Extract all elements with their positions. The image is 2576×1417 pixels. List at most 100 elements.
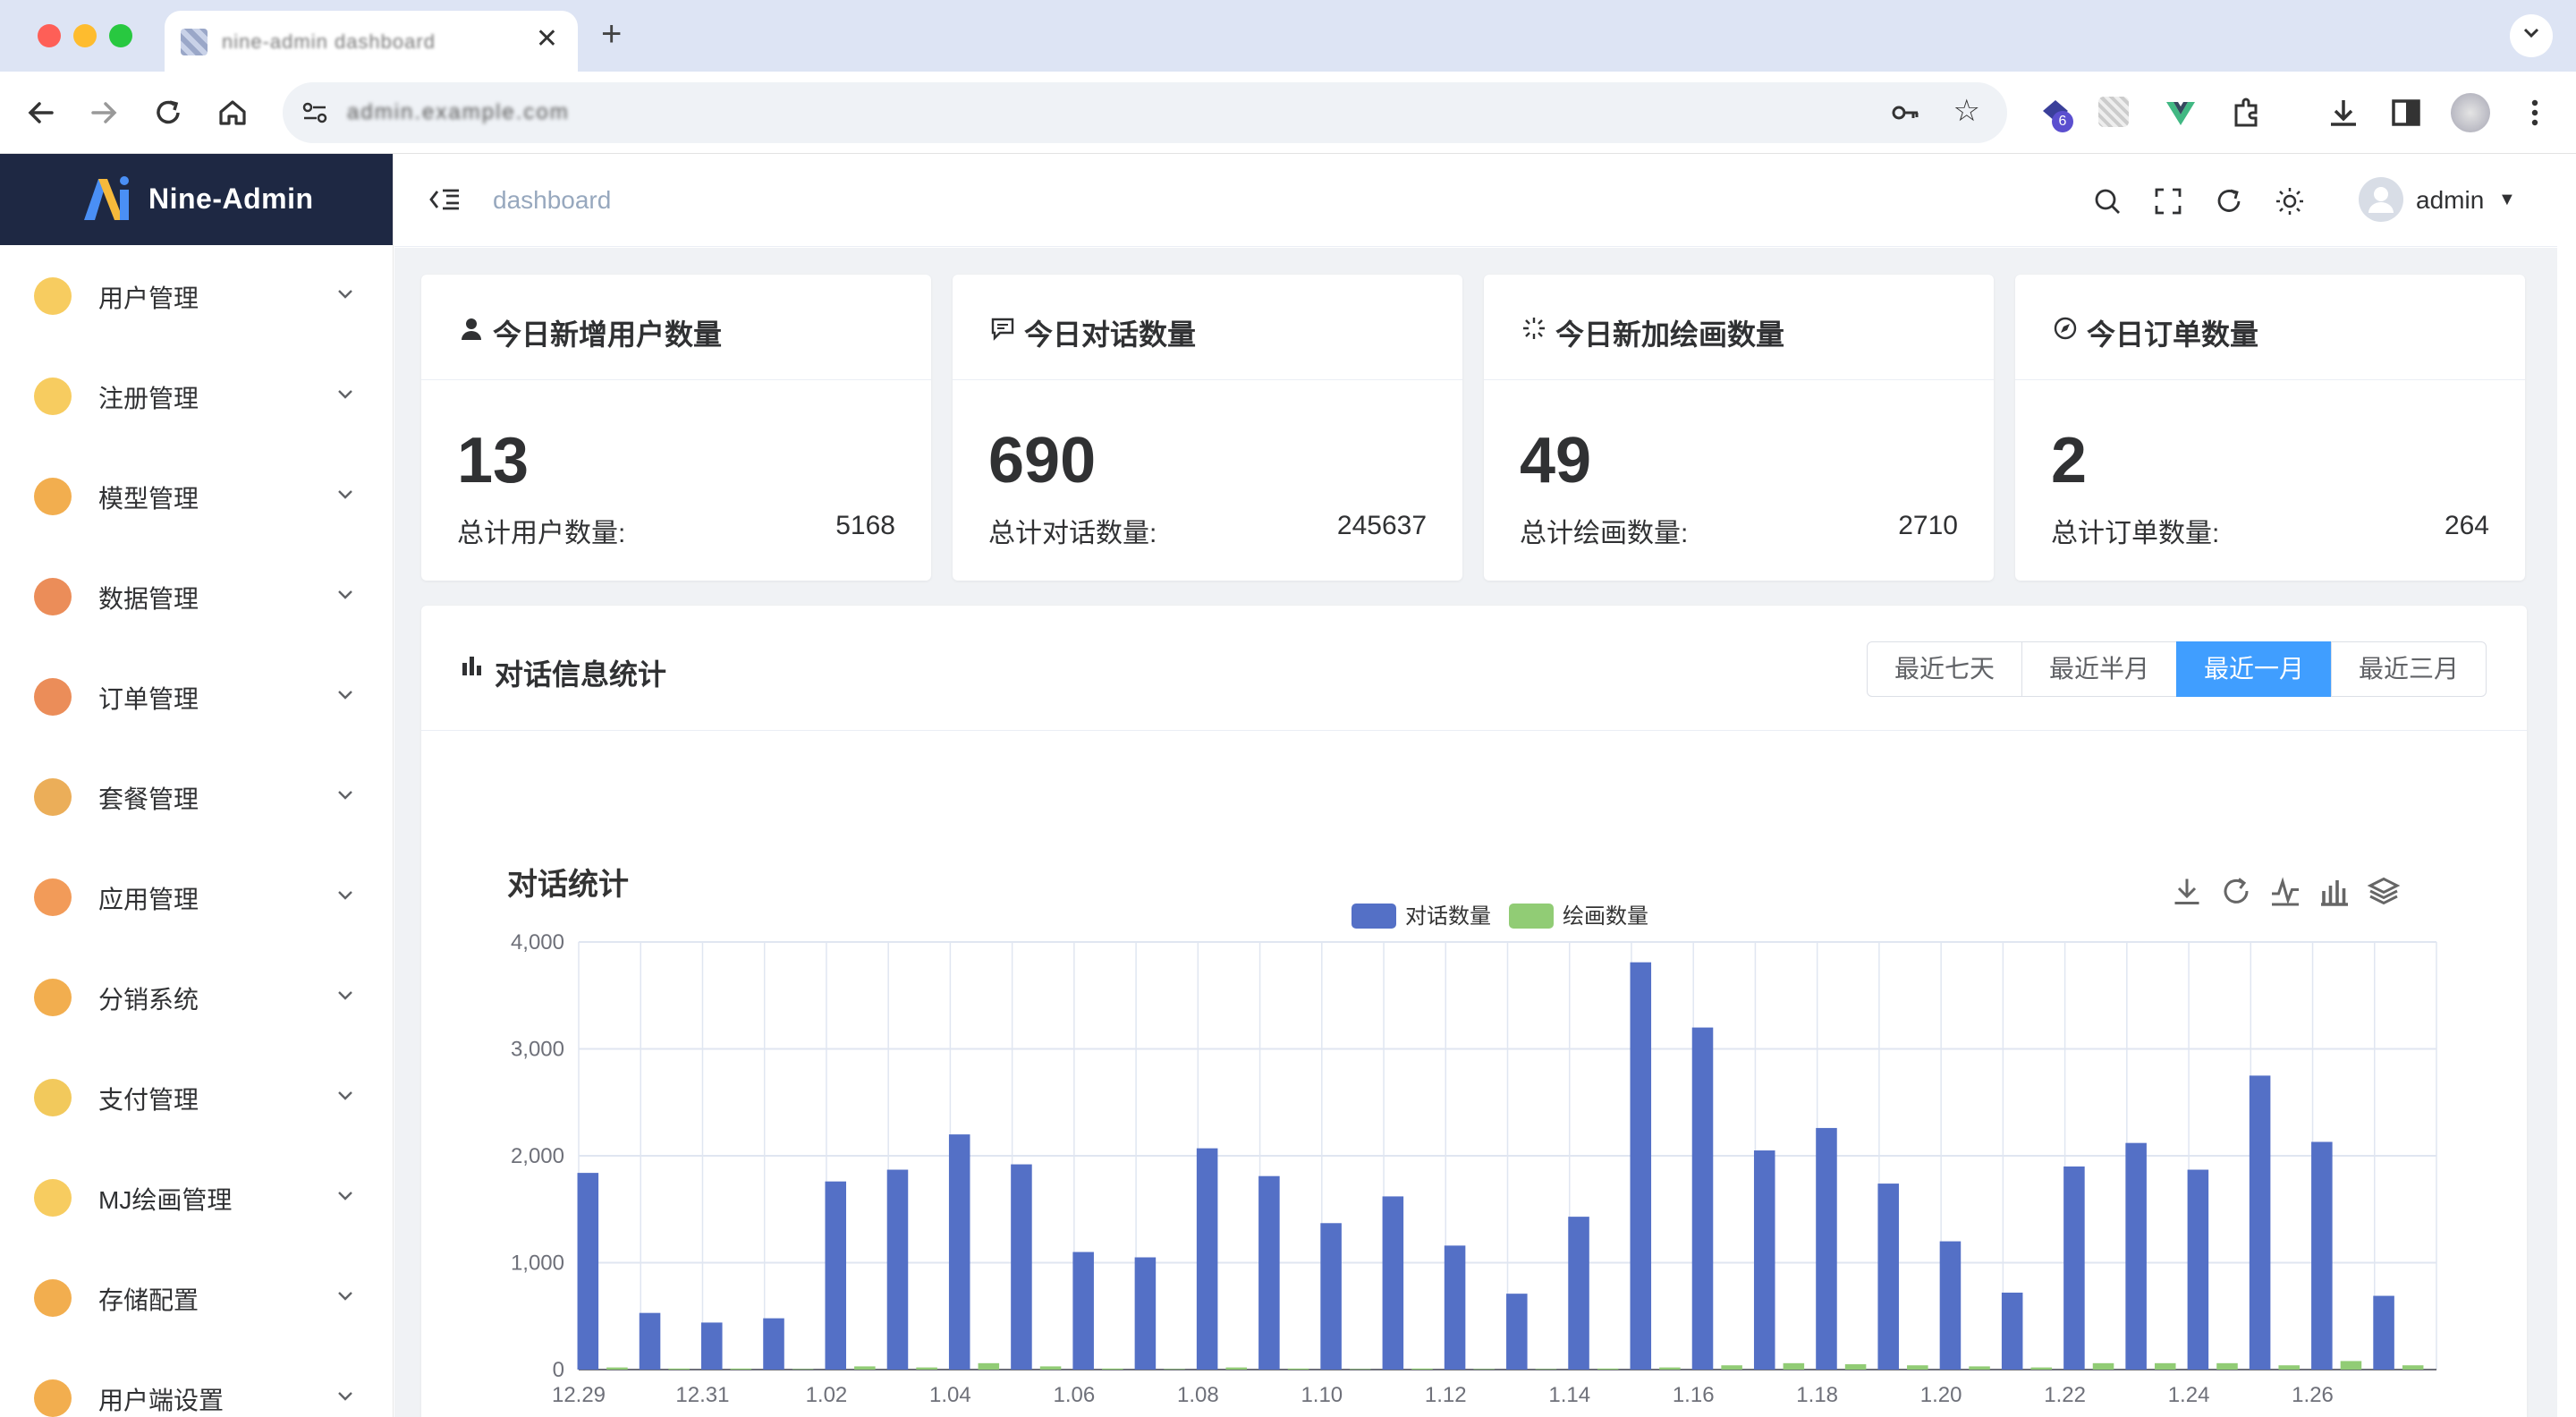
bar-drawing bbox=[1844, 1364, 1867, 1370]
bar-chat bbox=[1568, 1217, 1589, 1370]
sidebar-item-3[interactable]: 模型管理 bbox=[0, 445, 393, 546]
sidebar-item-label: 注册管理 bbox=[98, 385, 199, 412]
sidebar-item-7[interactable]: 应用管理 bbox=[0, 846, 393, 946]
sidebar-item-12[interactable]: 用户端设置 bbox=[0, 1347, 393, 1417]
user-name[interactable]: admin bbox=[2416, 186, 2484, 215]
x-tick-label: 1.22 bbox=[2044, 1383, 2086, 1407]
chevron-down-icon bbox=[338, 1392, 352, 1401]
bar-drawing bbox=[1535, 1369, 1557, 1370]
more-menu-icon[interactable] bbox=[2515, 93, 2555, 132]
chat-stats-title: 对话信息统计 bbox=[495, 658, 667, 691]
stat-card: 今日对话数量 690 总计对话数量: 245637 bbox=[953, 275, 1462, 581]
range-button[interactable]: 最近半月 bbox=[2021, 641, 2178, 697]
sidebar-item-10[interactable]: MJ绘画管理 bbox=[0, 1147, 393, 1247]
site-info-icon[interactable] bbox=[299, 97, 331, 129]
range-button[interactable]: 最近三月 bbox=[2331, 641, 2487, 697]
bar-drawing bbox=[2402, 1365, 2424, 1370]
theme-sun-icon[interactable] bbox=[2275, 186, 2305, 216]
tab-close-button[interactable]: ✕ bbox=[536, 23, 558, 55]
address-bar[interactable]: admin.example.com ☆ bbox=[283, 82, 2007, 143]
bar-chart-icon[interactable] bbox=[2321, 880, 2348, 906]
browser-tab[interactable]: nine-admin dashboard ✕ bbox=[165, 11, 578, 73]
sidebar-item-1[interactable]: 用户管理 bbox=[0, 245, 393, 345]
bookmark-star-icon[interactable]: ☆ bbox=[1953, 93, 1980, 129]
forward-icon[interactable] bbox=[84, 93, 123, 132]
breadcrumb[interactable]: dashboard bbox=[493, 186, 611, 215]
sidebar-item-11[interactable]: 存储配置 bbox=[0, 1247, 393, 1347]
chevron-down-icon bbox=[338, 891, 352, 900]
reload-icon[interactable] bbox=[148, 93, 188, 132]
extension-pixel-icon[interactable] bbox=[2098, 97, 2129, 127]
sidebar-item-9[interactable]: 支付管理 bbox=[0, 1047, 393, 1147]
maximize-window-button[interactable] bbox=[109, 24, 132, 47]
stat-total-label: 总计对话数量: bbox=[988, 519, 1157, 548]
line-chart-icon[interactable] bbox=[2272, 877, 2299, 906]
stat-today-value: 49 bbox=[1520, 425, 1592, 496]
key-icon[interactable] bbox=[1889, 97, 1921, 129]
refresh-icon[interactable] bbox=[2224, 878, 2249, 904]
sidebar-item-label: 数据管理 bbox=[98, 585, 199, 613]
sidebar-item-6[interactable]: 套餐管理 bbox=[0, 746, 393, 846]
range-selector: 最近七天 最近半月 最近一月 最近三月 bbox=[1867, 641, 2487, 697]
bar-chat bbox=[1072, 1252, 1094, 1370]
fullscreen-icon[interactable] bbox=[2153, 186, 2183, 216]
bar-drawing bbox=[792, 1369, 814, 1370]
tab-search-button[interactable] bbox=[2510, 14, 2553, 57]
bar-drawing bbox=[1039, 1366, 1062, 1370]
chevron-down-icon bbox=[338, 791, 352, 800]
minimize-window-button[interactable] bbox=[73, 24, 97, 47]
download-icon[interactable] bbox=[2174, 878, 2199, 904]
sidebar-item-5[interactable]: 订单管理 bbox=[0, 646, 393, 746]
stat-total-value: 2710 bbox=[1898, 511, 1958, 540]
bar-drawing bbox=[1225, 1367, 1248, 1370]
bar-chart-icon bbox=[462, 657, 481, 675]
app-logo[interactable]: Nine-Admin bbox=[0, 154, 393, 245]
range-button[interactable]: 最近一月 bbox=[2176, 641, 2333, 697]
settings-card-icon bbox=[34, 1379, 72, 1417]
bar-drawing bbox=[2278, 1365, 2300, 1370]
close-window-button[interactable] bbox=[38, 24, 61, 47]
stat-today-value: 690 bbox=[988, 425, 1097, 496]
bar-drawing bbox=[2340, 1361, 2362, 1370]
chevron-down-icon bbox=[338, 1091, 352, 1100]
puzzle-icon[interactable] bbox=[2227, 93, 2267, 132]
vue-devtools-icon[interactable] bbox=[2161, 93, 2200, 132]
bar-drawing bbox=[1721, 1365, 1742, 1370]
chevron-down-icon bbox=[338, 1292, 352, 1301]
back-icon[interactable] bbox=[21, 93, 61, 132]
bar-chat bbox=[1506, 1294, 1528, 1370]
profile-avatar[interactable] bbox=[2451, 93, 2490, 132]
search-icon[interactable] bbox=[2092, 186, 2123, 216]
stat-card: 今日新加绘画数量 49 总计绘画数量: 2710 bbox=[1484, 275, 1994, 581]
sidebar-item-2[interactable]: 注册管理 bbox=[0, 345, 393, 445]
sidebar-item-8[interactable]: 分销系统 bbox=[0, 946, 393, 1047]
refresh-icon[interactable] bbox=[2214, 186, 2244, 216]
caret-down-icon[interactable]: ▼ bbox=[2498, 190, 2516, 210]
sidebar-item-4[interactable]: 数据管理 bbox=[0, 546, 393, 646]
bar-chat bbox=[1444, 1245, 1466, 1370]
new-tab-button[interactable]: + bbox=[601, 14, 622, 55]
x-tick-label: 1.20 bbox=[1920, 1383, 1962, 1407]
range-button[interactable]: 最近七天 bbox=[1867, 641, 2023, 697]
user-avatar[interactable] bbox=[2359, 177, 2403, 222]
bar-chat bbox=[2001, 1292, 2023, 1370]
bar-drawing bbox=[854, 1366, 876, 1370]
download-icon[interactable] bbox=[2324, 93, 2363, 132]
extension-badge-icon[interactable]: 6 bbox=[2036, 93, 2075, 132]
stat-card-header: 今日对话数量 bbox=[953, 275, 1462, 380]
collapse-sidebar-icon[interactable] bbox=[428, 184, 461, 215]
side-panel-icon[interactable] bbox=[2386, 93, 2426, 132]
bar-drawing bbox=[2216, 1362, 2238, 1370]
bar-chat bbox=[1877, 1184, 1899, 1370]
stack-icon[interactable] bbox=[2367, 877, 2401, 905]
home-icon[interactable] bbox=[213, 93, 252, 132]
apps-icon bbox=[34, 878, 72, 916]
x-tick-label: 1.06 bbox=[1054, 1383, 1096, 1407]
chat-bar-chart: 对话统计对话数量 绘画数量 0 1,000 2,000 3,000 4,000 12.29 12… bbox=[507, 868, 2437, 1407]
bar-drawing bbox=[606, 1367, 628, 1370]
user-avatar-icon bbox=[2368, 187, 2394, 213]
bar-drawing bbox=[1969, 1366, 1990, 1370]
bar-chat bbox=[2311, 1141, 2333, 1370]
chart-title: 对话统计 bbox=[507, 868, 629, 902]
chevron-down-icon bbox=[338, 991, 352, 1000]
